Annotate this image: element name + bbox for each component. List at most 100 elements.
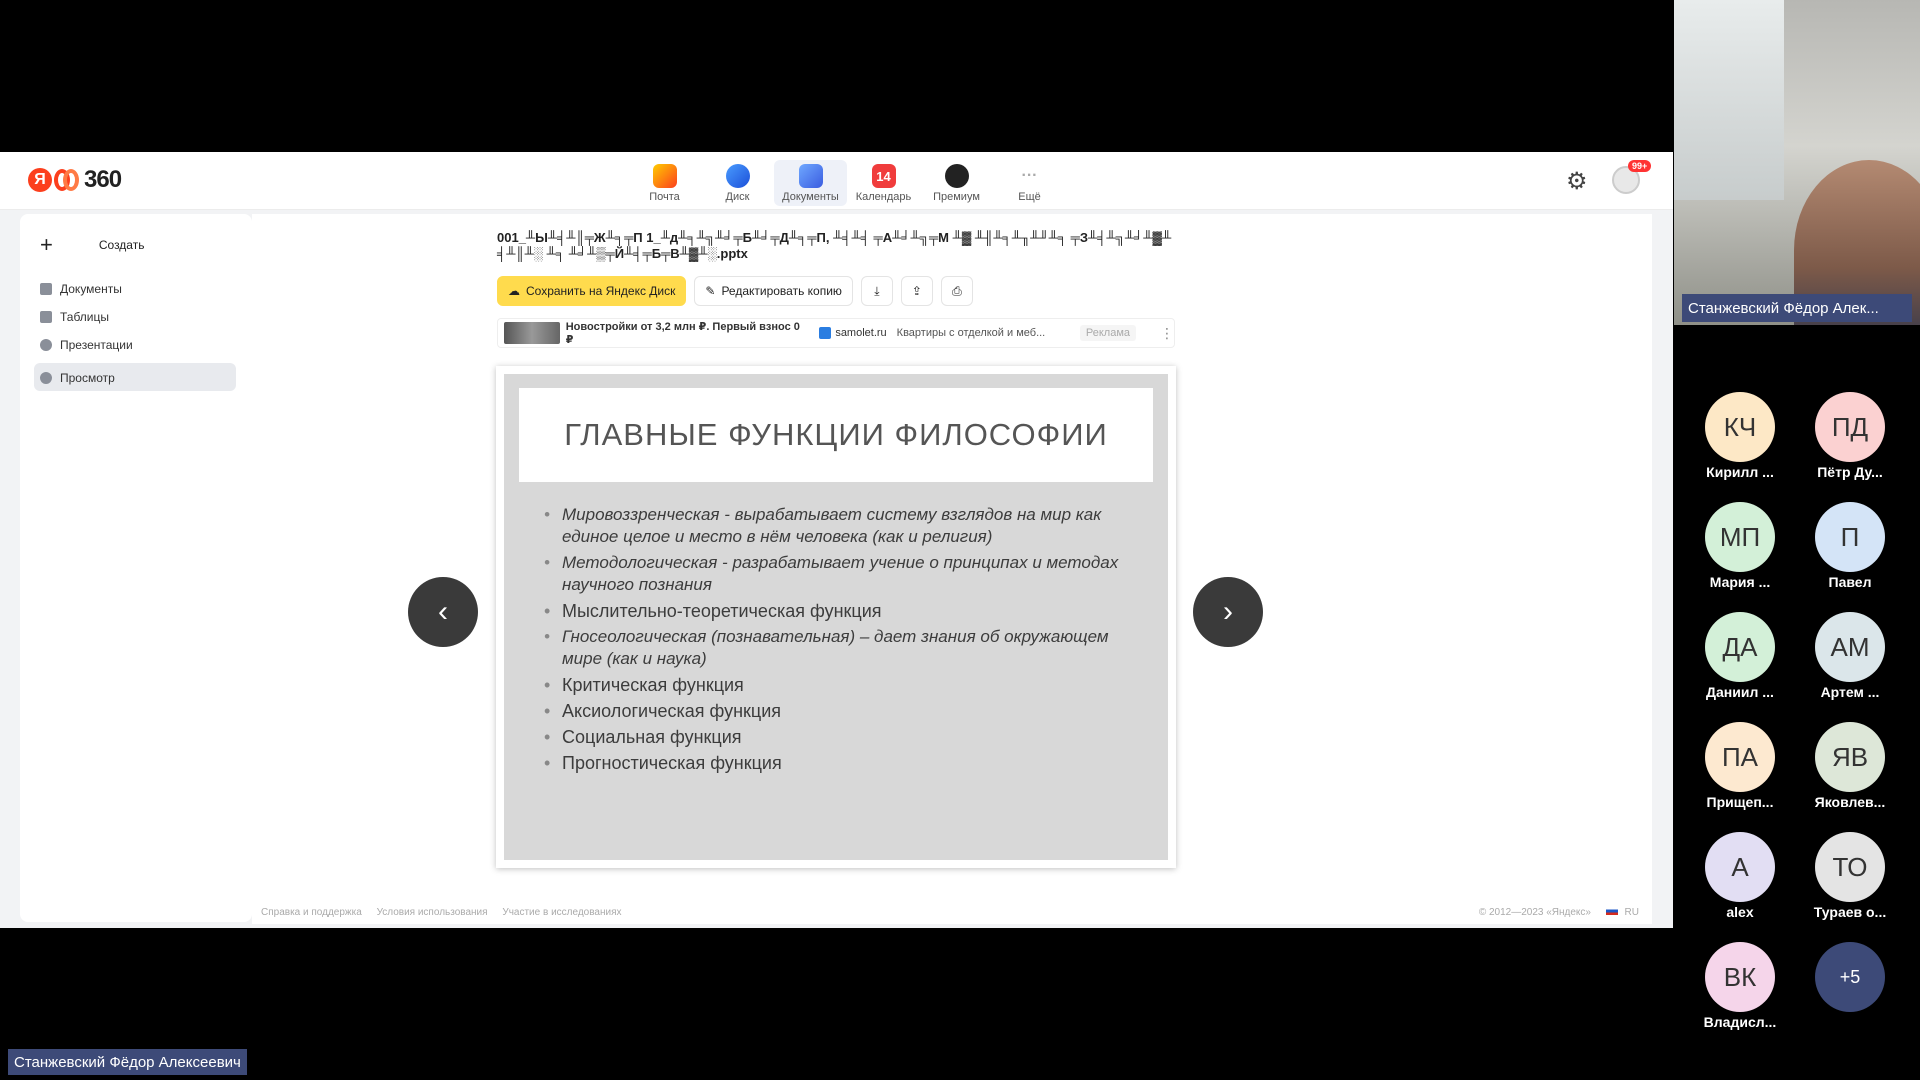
gear-icon[interactable]: ⚙	[1566, 167, 1588, 196]
docs-icon	[798, 164, 823, 188]
participant-tile[interactable]: П Павел	[1800, 502, 1900, 590]
share-button[interactable]: ⇪	[900, 276, 933, 306]
participant-name: Кирилл ...	[1706, 464, 1774, 480]
slide-title: ГЛАВНЫЕ ФУНКЦИИ ФИЛОСОФИИ	[564, 417, 1108, 452]
app-label: Календарь	[855, 191, 912, 203]
ad-label: Реклама	[1079, 325, 1136, 341]
more-participants-button[interactable]: +5	[1800, 942, 1900, 1012]
prev-slide-button[interactable]: ‹	[408, 577, 478, 647]
participant-avatar: АМ	[1815, 612, 1885, 682]
app-disk[interactable]: Диск	[701, 160, 774, 206]
ad-banner[interactable]: Новостройки от 3,2 млн ₽. Первый взнос 0…	[497, 318, 1175, 348]
footer-right: © 2012—2023 «Яндекс» RU	[1479, 907, 1651, 918]
slide-frame: ГЛАВНЫЕ ФУНКЦИИ ФИЛОСОФИИ Мировоззренчес…	[496, 366, 1176, 868]
sidebar-item-presentations[interactable]: Презентации	[40, 338, 133, 352]
language-switch[interactable]: RU	[1625, 907, 1639, 918]
participant-name: Мария ...	[1709, 574, 1771, 590]
sidebar: + Создать Документы Таблицы Презентации …	[20, 214, 252, 922]
create-label: Создать	[98, 238, 145, 252]
footer: Справка и поддержка Условия использовани…	[261, 907, 1651, 918]
pencil-icon: ✎	[705, 284, 716, 298]
logo-rings-icon	[54, 168, 80, 192]
create-button[interactable]: + Создать	[32, 230, 237, 260]
participant-avatar: КЧ	[1705, 392, 1775, 462]
sidebar-item-documents[interactable]: Документы	[40, 282, 122, 296]
app-label: Почта	[649, 191, 680, 203]
app-label: Ещё	[1018, 191, 1041, 203]
share-icon: ⇪	[911, 284, 922, 298]
disk-icon	[725, 164, 750, 188]
more-vertical-icon[interactable]: ⋮	[1160, 325, 1174, 342]
sidebar-item-label: Документы	[60, 282, 122, 296]
participant-tile[interactable]: МП Мария ...	[1690, 502, 1790, 590]
top-bar: Я 360 Почта Диск Документы 14 Календарь Преми…	[0, 152, 1673, 210]
participant-tile[interactable]: ЯВ Яковлев...	[1800, 722, 1900, 810]
participant-avatar: П	[1815, 502, 1885, 572]
participant-avatar: ВК	[1705, 942, 1775, 1012]
mail-icon	[652, 164, 677, 188]
chevron-right-icon: ›	[1223, 595, 1233, 628]
edit-label: Редактировать копию	[721, 284, 842, 298]
screen: Я 360 Почта Диск Документы 14 Календарь Преми…	[0, 0, 1920, 1080]
sidebar-item-tables[interactable]: Таблицы	[40, 310, 109, 324]
presenter-video[interactable]	[1674, 0, 1920, 325]
app-more[interactable]: ··· Ещё	[993, 160, 1066, 206]
print-button[interactable]: ⎙	[940, 276, 973, 306]
app-label: Диск	[725, 191, 750, 203]
presenter-name: Станжевский Фёдор Алек...	[1682, 294, 1912, 322]
participant-name: Прищеп...	[1706, 794, 1774, 810]
ad-site: samolet.ru	[835, 327, 887, 339]
participant-name: alex	[1726, 904, 1754, 920]
app-docs[interactable]: Документы	[774, 160, 847, 206]
slide-bullet: Прогностическая функция	[544, 752, 1144, 774]
edit-copy-button[interactable]: ✎ Редактировать копию	[694, 276, 853, 306]
participant-name: Тураев о...	[1813, 904, 1887, 920]
download-button[interactable]: ⤓	[860, 276, 893, 306]
app-label: Документы	[782, 191, 839, 203]
footer-link-research[interactable]: Участие в исследованиях	[502, 907, 621, 918]
participant-tile[interactable]: ПД Пётр Ду...	[1800, 392, 1900, 480]
next-slide-button[interactable]: ›	[1193, 577, 1263, 647]
yandex-360-logo[interactable]: Я 360	[28, 166, 122, 194]
notification-badge: 99+	[1628, 160, 1652, 172]
active-speaker-label: Станжевский Фёдор Алексеевич	[8, 1049, 247, 1075]
participant-tile[interactable]: Аalex	[1690, 832, 1790, 920]
participant-name: Даниил ...	[1706, 684, 1774, 700]
slide-bullet: Методологическая - разрабатывает учение …	[544, 552, 1144, 596]
chevron-left-icon: ‹	[438, 595, 448, 628]
participant-tile[interactable]: КЧ Кирилл ...	[1690, 392, 1790, 480]
calendar-icon: 14	[871, 164, 896, 188]
participant-avatar: ЯВ	[1815, 722, 1885, 792]
save-to-disk-button[interactable]: ☁ Сохранить на Яндекс Диск	[497, 276, 687, 306]
sidebar-item-label: Просмотр	[60, 371, 115, 385]
globe-icon	[40, 372, 52, 384]
slide-bullet: Гносеологическая (познавательная) – дает…	[544, 626, 1144, 670]
download-icon: ⤓	[874, 283, 880, 298]
app-premium[interactable]: Премиум	[920, 160, 993, 206]
footer-link-terms[interactable]: Условия использования	[377, 907, 488, 918]
presentation-icon	[40, 339, 52, 351]
ad-image	[504, 322, 560, 344]
slide-bullet: Социальная функция	[544, 726, 1144, 748]
app-calendar[interactable]: 14 Календарь	[847, 160, 920, 206]
sidebar-item-view[interactable]: Просмотр	[40, 371, 115, 385]
participant-name: Артем ...	[1820, 684, 1880, 700]
app-mail[interactable]: Почта	[628, 160, 701, 206]
footer-link-support[interactable]: Справка и поддержка	[261, 907, 362, 918]
participant-avatar: ТО	[1815, 832, 1885, 902]
ad-description: Квартиры с отделкой и меб...	[896, 327, 1046, 339]
participant-tile[interactable]: ПА Прищеп...	[1690, 722, 1790, 810]
slide-bullet: Аксиологическая функция	[544, 700, 1144, 722]
participant-tile[interactable]: ТО Тураев о...	[1800, 832, 1900, 920]
participant-avatar: ПД	[1815, 392, 1885, 462]
document-viewer: 001_╨Ы╨╡╨║╤Ж╨╕╤П 1_╨д╨╕╨╗╨╛╤Б╨╛╤Д╨╕╤П, ╨…	[252, 214, 1652, 924]
participant-tile[interactable]: ВК Владисл...	[1690, 942, 1790, 1030]
sidebar-item-label: Презентации	[60, 338, 133, 352]
premium-icon	[944, 164, 969, 188]
video-background-window	[1674, 0, 1784, 200]
participant-tile[interactable]: АМ Артем ...	[1800, 612, 1900, 700]
save-label: Сохранить на Яндекс Диск	[526, 284, 676, 298]
participant-tile[interactable]: ДА Даниил ...	[1690, 612, 1790, 700]
participant-avatar: ДА	[1705, 612, 1775, 682]
logo-text: 360	[84, 166, 122, 193]
